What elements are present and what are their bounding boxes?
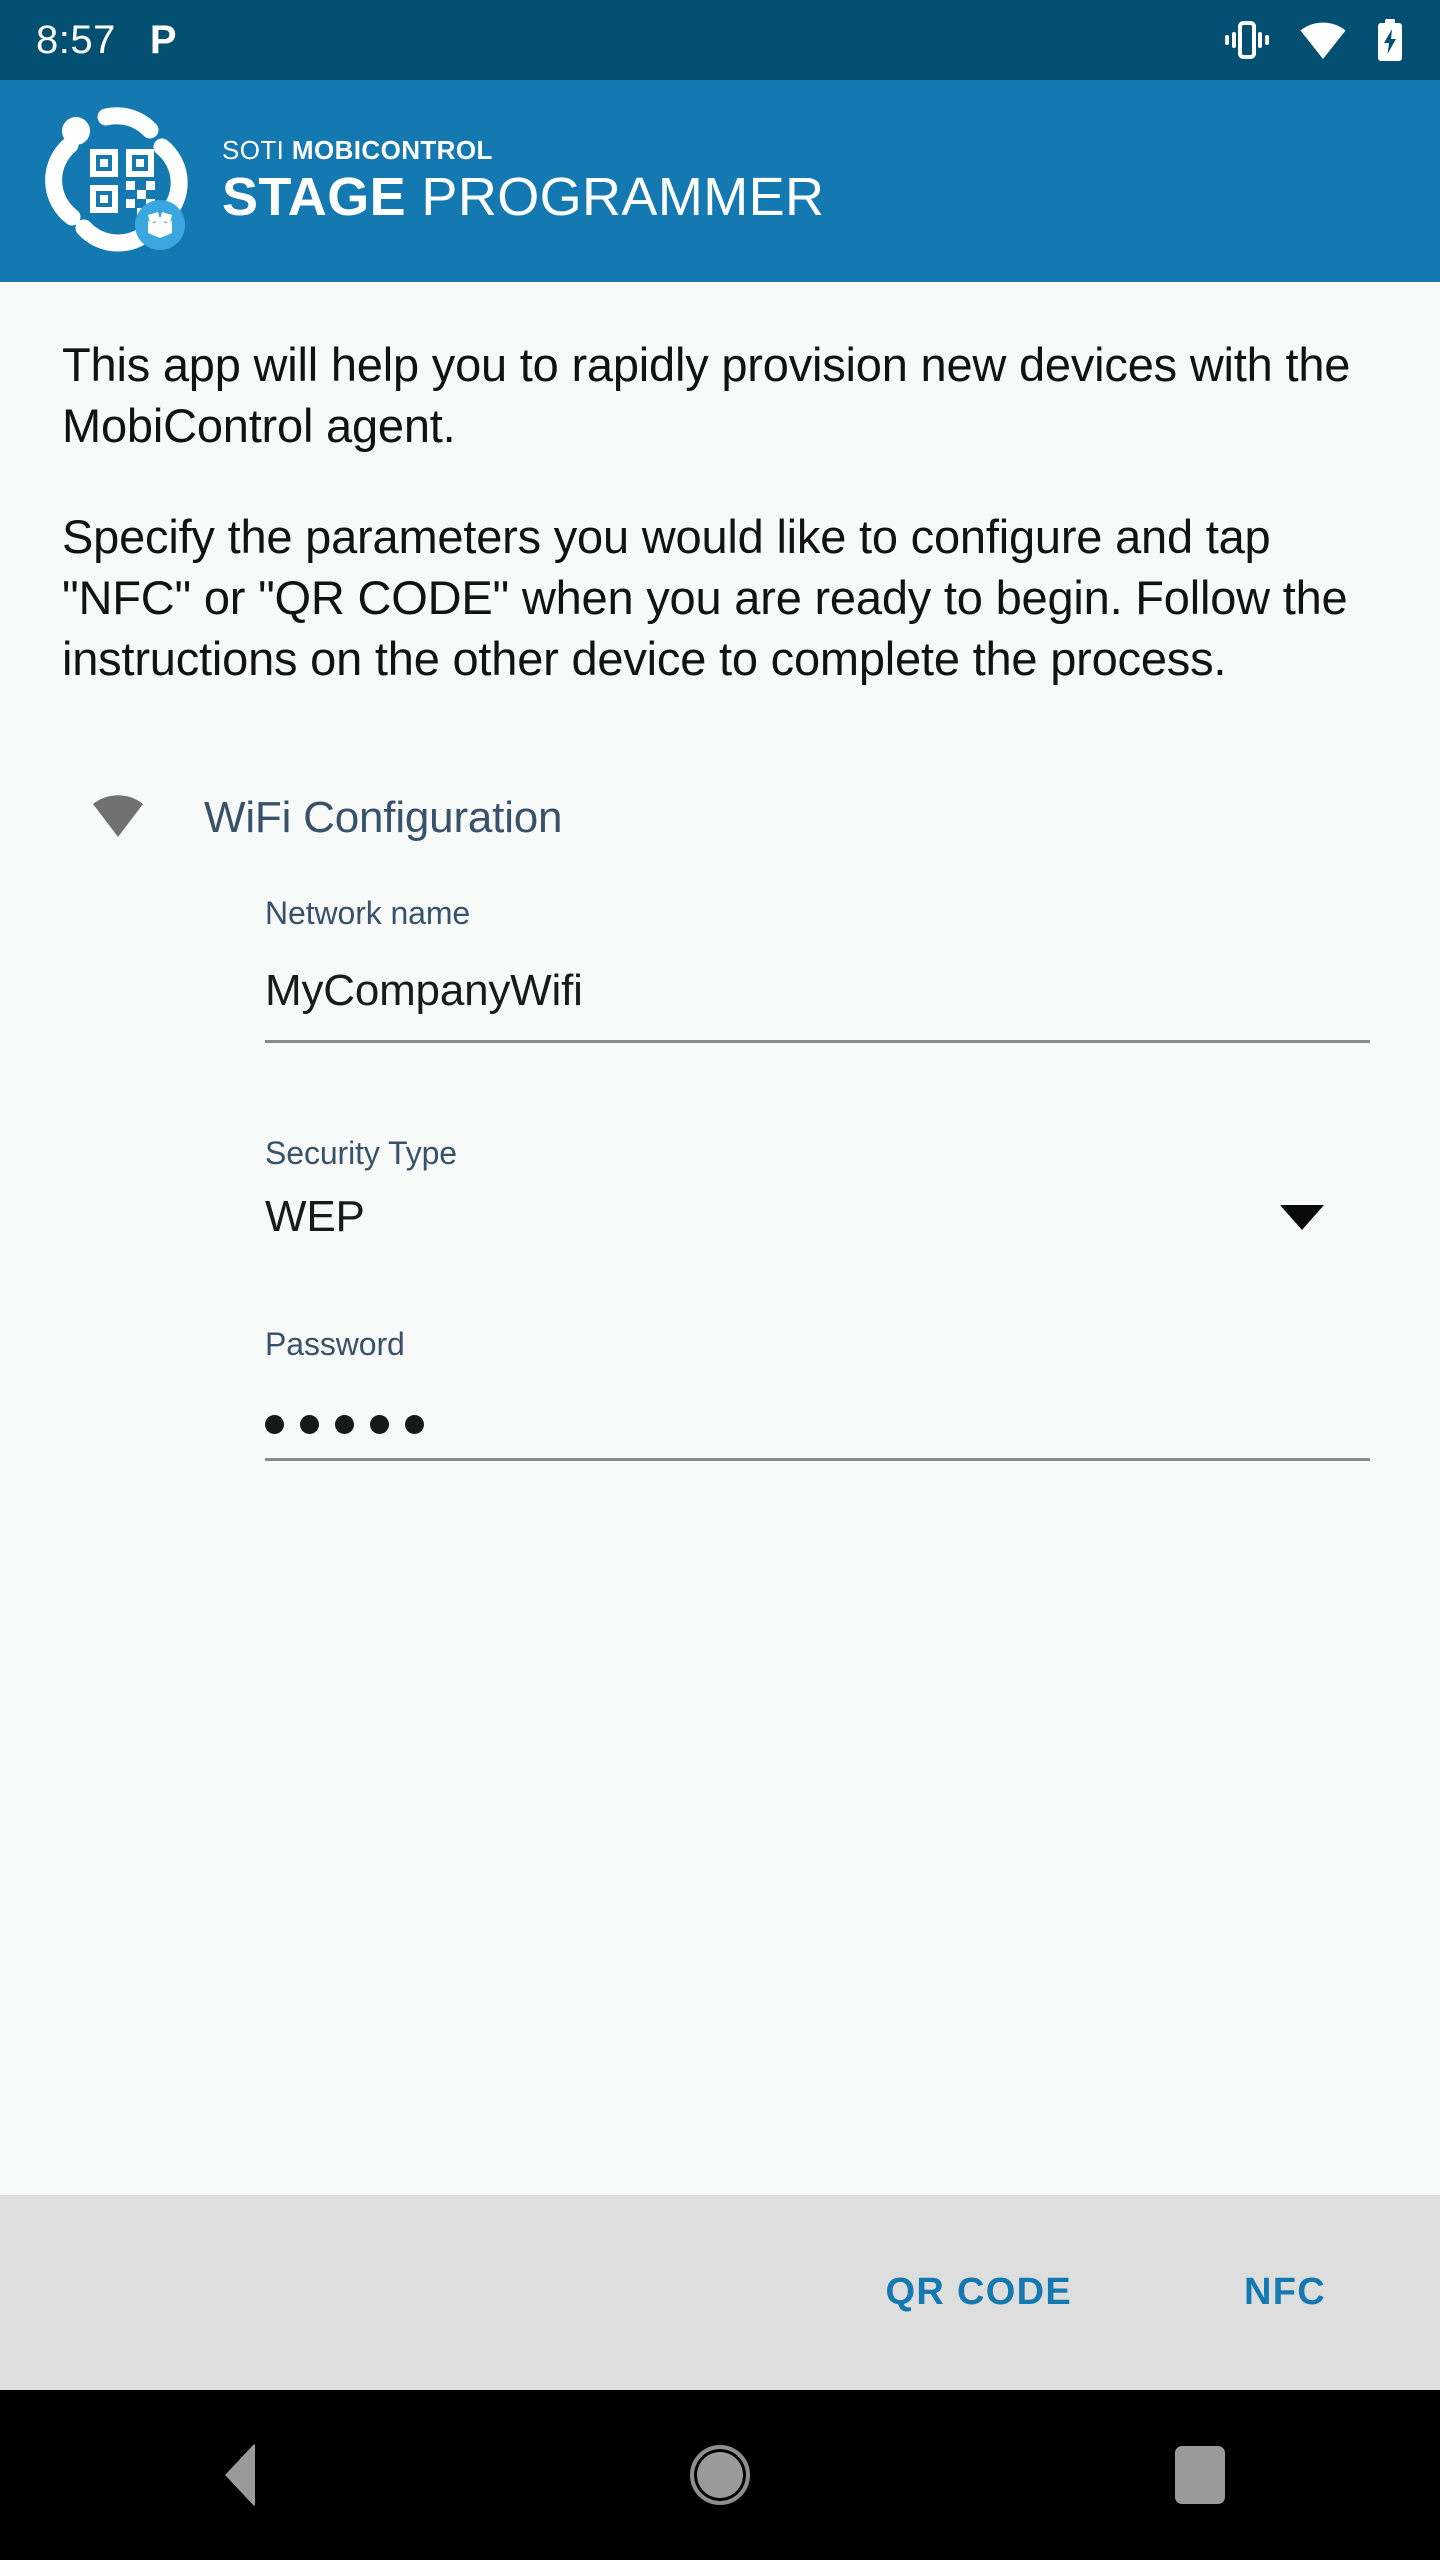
nfc-button[interactable]: NFC: [1222, 2255, 1348, 2330]
action-bar: QR CODE NFC: [0, 2195, 1440, 2390]
network-name-label: Network name: [265, 895, 471, 932]
password-dot: [405, 1415, 424, 1435]
intro-paragraph-1: This app will help you to rapidly provis…: [62, 338, 1351, 453]
battery-charging-icon: [1376, 19, 1404, 61]
wifi-configuration-section: WiFi Configuration Network name MyCompan…: [0, 793, 1440, 1462]
vibrate-icon: [1224, 20, 1270, 60]
product-stage: STAGE: [222, 167, 407, 228]
security-type-selected-value[interactable]: WEP: [265, 1192, 365, 1242]
phone-screen: 8:57 P SOTI MOBICONTROL STAGE PROGRAMMER…: [0, 0, 1440, 2560]
wifi-section-title: WiFi Configuration: [204, 793, 563, 843]
password-dot: [265, 1415, 284, 1435]
home-icon: [690, 2445, 750, 2505]
password-dot: [370, 1415, 389, 1435]
wifi-section-header[interactable]: WiFi Configuration: [0, 793, 1440, 843]
chevron-down-icon[interactable]: [1280, 1204, 1324, 1230]
brand-line: SOTI MOBICONTROL: [222, 136, 824, 165]
status-bar-clock: 8:57: [36, 18, 116, 62]
pushbullet-notification-icon: P: [149, 18, 177, 62]
back-icon: [225, 2443, 255, 2507]
status-bar-icons: [1224, 19, 1404, 61]
password-dot: [300, 1415, 319, 1435]
nav-recents-button[interactable]: [1110, 2390, 1290, 2560]
network-name-underline: [265, 1040, 1370, 1044]
wifi-wedge-icon: [92, 794, 144, 843]
intro-text-block: This app will help you to rapidly provis…: [0, 282, 1440, 689]
nav-home-button[interactable]: [630, 2390, 810, 2560]
security-type-label: Security Type: [265, 1135, 457, 1172]
wifi-icon: [1300, 21, 1346, 59]
password-field[interactable]: Password: [0, 1326, 1440, 1462]
intro-paragraph-2: Specify the parameters you would like to…: [62, 510, 1348, 686]
app-title-block: SOTI MOBICONTROL STAGE PROGRAMMER: [222, 136, 824, 226]
password-underline: [265, 1458, 1370, 1462]
password-label: Password: [265, 1326, 405, 1363]
product-programmer: PROGRAMMER: [406, 167, 825, 228]
product-line: STAGE PROGRAMMER: [222, 169, 824, 226]
password-input[interactable]: [265, 1415, 424, 1435]
app-header: SOTI MOBICONTROL STAGE PROGRAMMER: [0, 80, 1440, 282]
qr-code-button[interactable]: QR CODE: [864, 2255, 1094, 2330]
brand-mobicontrol: MOBICONTROL: [291, 134, 493, 165]
nav-back-button[interactable]: [150, 2390, 330, 2560]
recents-icon: [1175, 2446, 1225, 2504]
soti-stage-logo-icon: [38, 101, 198, 261]
network-name-field[interactable]: Network name MyCompanyWifi: [0, 895, 1440, 1044]
network-name-input[interactable]: MyCompanyWifi: [265, 966, 583, 1016]
status-bar: 8:57 P: [0, 0, 1440, 80]
main-content: This app will help you to rapidly provis…: [0, 282, 1440, 2195]
security-type-field[interactable]: Security Type WEP: [0, 1135, 1440, 1242]
brand-soti: SOTI: [222, 134, 292, 165]
password-dot: [335, 1415, 354, 1435]
android-navigation-bar: [0, 2390, 1440, 2560]
